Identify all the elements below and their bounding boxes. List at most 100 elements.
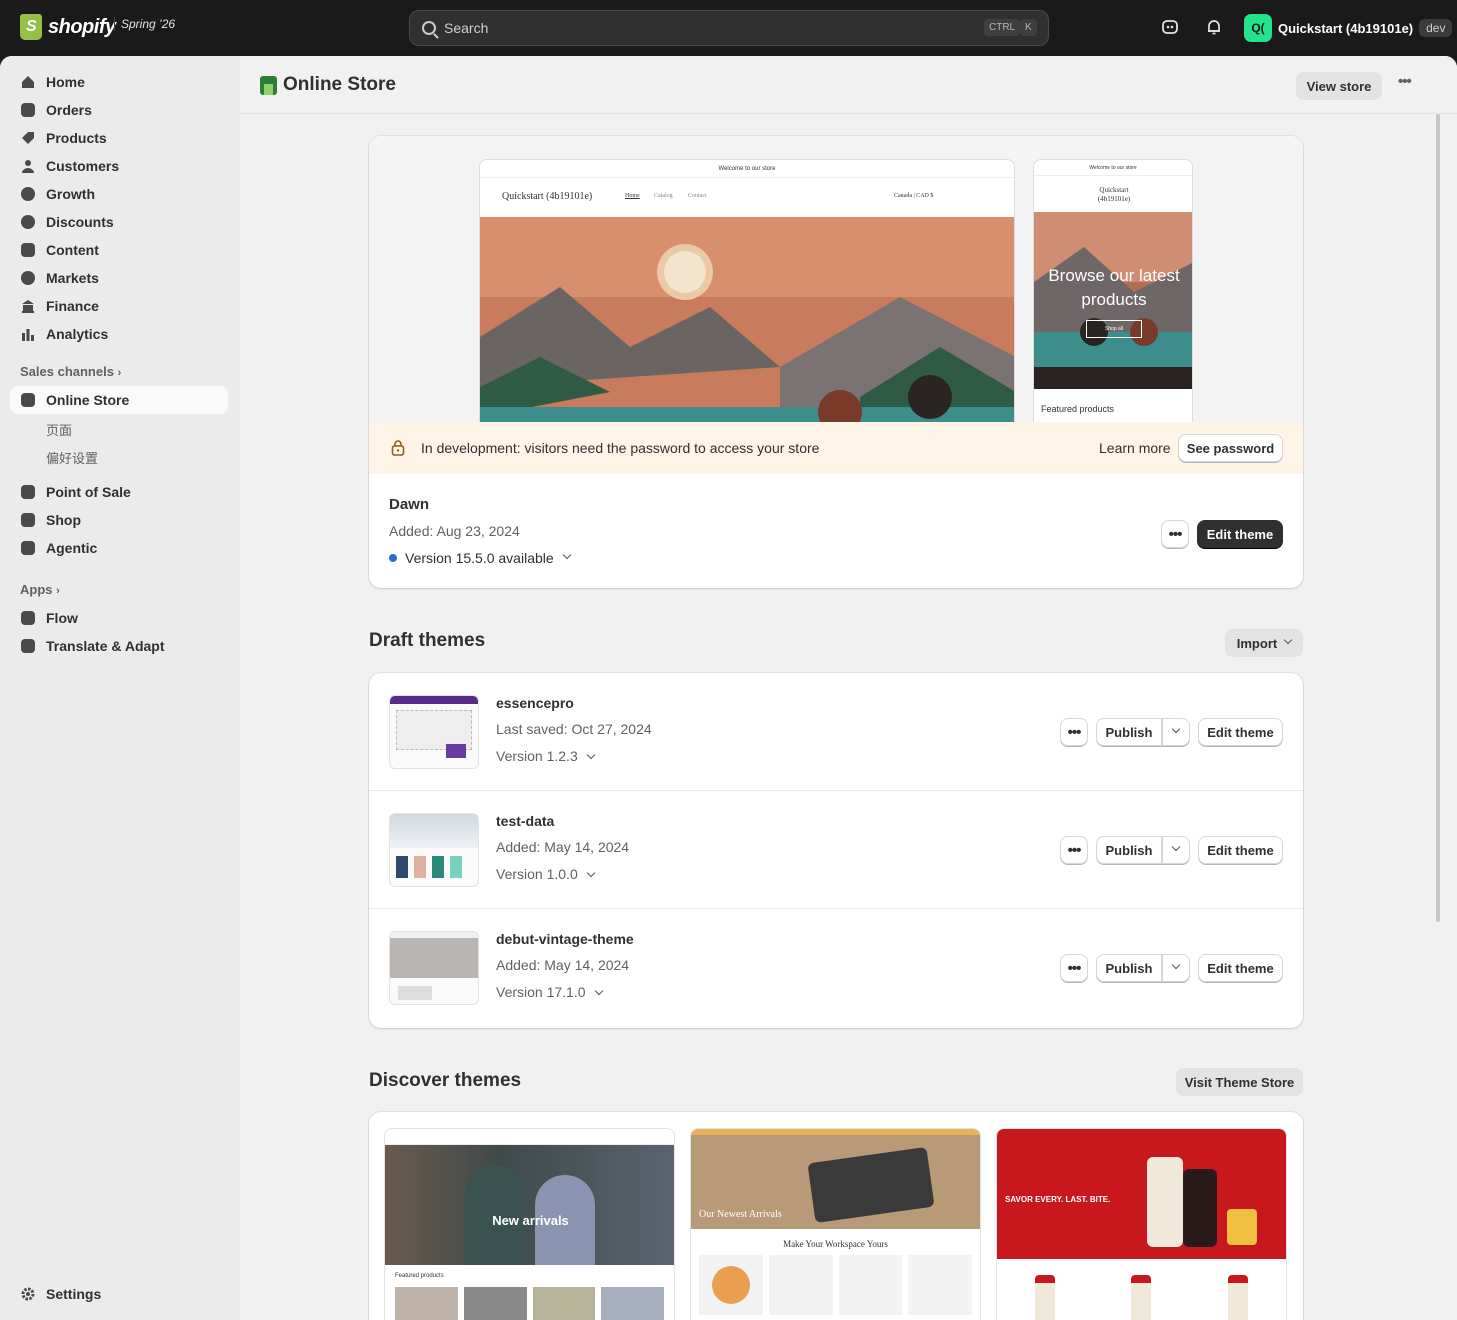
nav-orders[interactable]: Orders <box>10 96 228 124</box>
chevron-down-icon <box>1171 960 1181 970</box>
theme-version[interactable]: Version 1.2.3 <box>496 748 595 764</box>
theme-thumbnail[interactable] <box>389 813 479 887</box>
flow-icon <box>20 610 36 626</box>
nav-sub-preferences[interactable]: 偏好设置 <box>46 448 98 467</box>
chevron-down-icon <box>1171 842 1181 852</box>
nav-online-store[interactable]: Online Store <box>10 386 228 414</box>
publish-options-button[interactable] <box>1162 718 1190 746</box>
mobile-preview[interactable]: Welcome to our store Quickstart (4b19101… <box>1033 159 1193 422</box>
current-theme-more-button[interactable]: ••• <box>1161 520 1189 548</box>
shopify-logo[interactable]: shopify <box>20 14 116 40</box>
logo-text: shopify <box>48 15 116 38</box>
draft-themes-heading: Draft themes <box>369 630 486 651</box>
discover-hero-text: SAVOR EVERY. LAST. BITE. <box>1005 1195 1111 1204</box>
visit-theme-store-button[interactable]: Visit Theme Store <box>1176 1068 1303 1096</box>
theme-meta: Added: May 14, 2024 <box>496 839 630 855</box>
desktop-preview[interactable]: Welcome to our store Quickstart (4b19101… <box>479 159 1015 422</box>
discount-icon <box>20 214 36 230</box>
theme-more-button[interactable]: ••• <box>1060 718 1088 746</box>
discover-theme-card[interactable]: Our Newest Arrivals Make Your Workspace … <box>690 1128 981 1320</box>
preview-nav-home: Home <box>625 193 640 199</box>
discover-subtext: Featured products <box>395 1273 444 1279</box>
store-switcher[interactable]: Q( Quickstart (4b19101e) dev <box>1244 14 1453 42</box>
section-label: Sales channels <box>20 364 114 379</box>
draft-themes-card: essencepro Last saved: Oct 27, 2024 Vers… <box>369 673 1303 1028</box>
translate-icon <box>20 638 36 654</box>
theme-more-button[interactable]: ••• <box>1060 954 1088 982</box>
nav-shop[interactable]: Shop <box>10 506 228 534</box>
nav-customers[interactable]: Customers <box>10 152 228 180</box>
nav-label: Settings <box>46 1286 102 1302</box>
import-button[interactable]: Import <box>1225 629 1303 657</box>
sidekick-icon[interactable] <box>1160 18 1180 38</box>
publish-options-button[interactable] <box>1162 836 1190 864</box>
theme-more-button[interactable]: ••• <box>1060 836 1088 864</box>
more-icon: ••• <box>1067 723 1082 741</box>
theme-version-text: Version 1.2.3 <box>496 748 578 764</box>
publish-options-button[interactable] <box>1162 954 1190 982</box>
edit-theme-button[interactable]: Edit theme <box>1198 954 1283 982</box>
chevron-down-icon <box>562 550 571 560</box>
top-bar: shopify Spring ’26 CTRL K Q( Quickstart … <box>0 0 1457 56</box>
discover-theme-card[interactable]: New arrivals Featured products <box>384 1128 675 1320</box>
theme-version-text: Version 17.1.0 <box>496 984 586 1000</box>
nav-growth[interactable]: Growth <box>10 180 228 208</box>
scrollbar[interactable] <box>1436 114 1440 922</box>
nav-products[interactable]: Products <box>10 124 228 152</box>
nav-label: Customers <box>46 158 120 174</box>
theme-version[interactable]: Version 1.0.0 <box>496 866 595 882</box>
search-input[interactable] <box>444 20 984 36</box>
view-store-button[interactable]: View store <box>1296 72 1382 100</box>
publish-button[interactable]: Publish <box>1096 954 1162 982</box>
nav-settings[interactable]: Settings <box>10 1280 228 1308</box>
see-password-button[interactable]: See password <box>1178 434 1283 462</box>
publish-button[interactable]: Publish <box>1096 836 1162 864</box>
search-bar[interactable]: CTRL K <box>409 10 1049 46</box>
learn-more-link[interactable]: Learn more <box>1099 440 1171 456</box>
theme-version[interactable]: Version 17.1.0 <box>496 984 603 1000</box>
online-store-icon <box>260 75 277 95</box>
more-actions-icon[interactable]: ••• <box>1398 74 1412 89</box>
theme-version-text: Version 1.0.0 <box>496 866 578 882</box>
nav-discounts[interactable]: Discounts <box>10 208 228 236</box>
edit-theme-button[interactable]: Edit theme <box>1198 718 1283 746</box>
theme-meta: Last saved: Oct 27, 2024 <box>496 721 652 737</box>
publish-button[interactable]: Publish <box>1096 718 1162 746</box>
edit-theme-button[interactable]: Edit theme <box>1198 836 1283 864</box>
sales-channels-heading[interactable]: Sales channels › <box>20 364 121 379</box>
apps-heading[interactable]: Apps › <box>20 582 60 597</box>
nav-finance[interactable]: Finance <box>10 292 228 320</box>
more-icon: ••• <box>1168 525 1183 543</box>
nav-markets[interactable]: Markets <box>10 264 228 292</box>
content-icon <box>20 242 36 258</box>
nav-flow[interactable]: Flow <box>10 604 228 632</box>
nav-agentic[interactable]: Agentic <box>10 534 228 562</box>
store-icon <box>20 392 36 408</box>
theme-thumbnail[interactable] <box>389 931 479 1005</box>
nav-content[interactable]: Content <box>10 236 228 264</box>
version-text: Version 15.5.0 available <box>405 550 554 566</box>
nav-sub-pages[interactable]: 页面 <box>46 420 72 439</box>
nav-analytics[interactable]: Analytics <box>10 320 228 348</box>
theme-thumbnail[interactable] <box>389 695 479 769</box>
nav-point-of-sale[interactable]: Point of Sale <box>10 478 228 506</box>
bell-icon[interactable] <box>1204 18 1224 38</box>
store-avatar: Q( <box>1244 14 1272 42</box>
nav-translate[interactable]: Translate & Adapt <box>10 632 228 660</box>
discover-theme-card[interactable]: SAVOR EVERY. LAST. BITE. <box>996 1128 1287 1320</box>
theme-name: debut-vintage-theme <box>496 931 634 947</box>
nav-home[interactable]: Home <box>10 68 228 96</box>
chevron-down-icon <box>586 750 595 760</box>
nav-label: Agentic <box>46 540 98 556</box>
kbd-k: K <box>1020 19 1037 36</box>
mobile-hero: Browse our latest products Shop all <box>1034 212 1192 389</box>
edit-theme-button[interactable]: Edit theme <box>1197 520 1283 548</box>
chevron-down-icon <box>1283 635 1293 645</box>
current-theme-added: Added: Aug 23, 2024 <box>389 523 520 539</box>
admin-frame: Home Orders Products Customers Growth Di… <box>0 56 1457 1320</box>
version-dropdown[interactable]: Version 15.5.0 available <box>389 550 571 566</box>
theme-meta: Added: May 14, 2024 <box>496 957 630 973</box>
current-theme-name: Dawn <box>389 496 430 513</box>
mobile-announcement: Welcome to our store <box>1034 160 1192 176</box>
page-title-text: Online Store <box>283 74 396 95</box>
